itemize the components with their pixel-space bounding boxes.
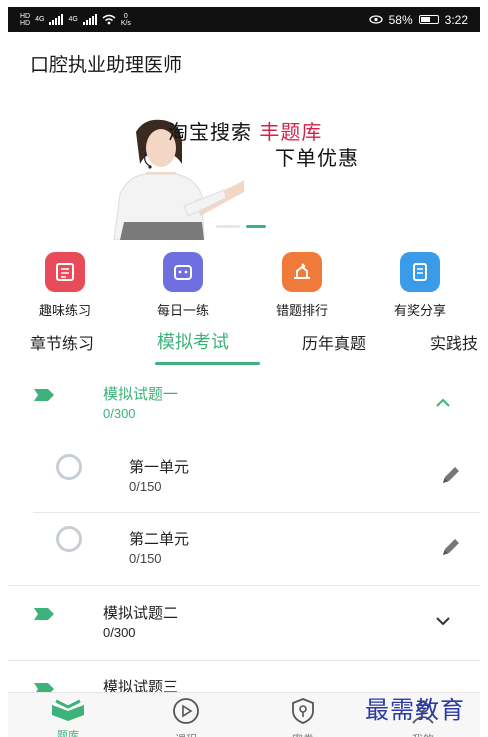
network-speed-unit: K/s <box>120 19 131 27</box>
pager-dot-active <box>246 225 266 228</box>
nav-label: 课程 <box>156 731 216 737</box>
wifi-icon <box>102 14 116 25</box>
page-title: 口腔执业助理医师 <box>30 54 183 76</box>
unit-title: 第二单元 <box>129 530 190 548</box>
unit-count: 0/150 <box>129 551 162 566</box>
unit-row-1[interactable]: 第一单元 0/150 <box>33 432 480 504</box>
unit-title: 第一单元 <box>129 458 190 476</box>
pencil-icon[interactable] <box>440 464 462 486</box>
banner-line2: 下单优惠 <box>275 146 359 170</box>
tab-practical-skills[interactable]: 实践技 <box>430 330 478 354</box>
section-title: 模拟试题一 <box>103 385 179 403</box>
practice-icon <box>45 252 85 292</box>
signal1-icon <box>49 14 64 25</box>
quick-actions: 趣味练习 每日一练 错题排行 有奖分享 <box>20 252 480 322</box>
quick-action-practice[interactable]: 趣味练习 <box>20 252 110 319</box>
quick-action-label: 有奖分享 <box>393 304 446 319</box>
chevron-up-icon[interactable] <box>434 394 452 412</box>
chevron-down-icon[interactable] <box>434 612 452 630</box>
quick-action-label: 每日一练 <box>156 304 209 319</box>
watermark: 最需教育 <box>365 696 465 724</box>
flag-icon <box>34 683 54 692</box>
share-icon <box>400 252 440 292</box>
quick-action-mistakes[interactable]: 错题排行 <box>257 252 347 319</box>
battery-percent: 58% <box>388 12 413 27</box>
secret-icon <box>292 698 314 724</box>
clock: 3:22 <box>444 12 468 27</box>
tab-past-exams[interactable]: 历年真题 <box>302 330 366 354</box>
promo-banner[interactable]: 淘宝搜索 丰题库 下单优惠 <box>40 100 460 240</box>
flag-icon <box>34 608 54 620</box>
play-icon <box>173 698 199 724</box>
unit-row-2[interactable]: 第二单元 0/150 <box>33 504 480 576</box>
network-speed: 0 K/s <box>121 13 131 27</box>
nav-label: 密卷 <box>273 731 333 737</box>
category-tabs: 章节练习 模拟考试 历年真题 实践技 <box>0 326 488 368</box>
exam-section-2[interactable]: 模拟试题二 0/300 <box>8 586 480 660</box>
battery-icon <box>418 15 439 24</box>
signal2-label: 4G <box>68 16 78 23</box>
book-icon <box>52 699 84 721</box>
unit-radio[interactable] <box>56 526 82 552</box>
quick-action-share[interactable]: 有奖分享 <box>375 252 465 319</box>
nav-label: 我的 <box>393 731 453 737</box>
section-title: 模拟试题二 <box>103 604 179 622</box>
quick-action-label: 趣味练习 <box>38 304 91 319</box>
unit-count: 0/150 <box>129 479 162 494</box>
section-count: 0/300 <box>103 625 136 640</box>
banner-line1: 淘宝搜索 丰题库 <box>168 116 322 145</box>
quick-action-daily[interactable]: 每日一练 <box>138 252 228 319</box>
daily-icon <box>163 252 203 292</box>
exam-list: 模拟试题一 0/300 第一单元 0/150 第二单元 0/150 模拟试题二 … <box>8 368 480 692</box>
network-type-icon: HD HD <box>20 13 30 27</box>
network-label-bottom: HD <box>20 19 31 27</box>
banner-line1-highlight: 丰题库 <box>259 120 323 144</box>
banner-pager <box>216 225 266 228</box>
nav-item-question-bank[interactable]: 题库 <box>38 697 98 737</box>
section-count: 0/300 <box>103 406 136 421</box>
network-label-top: HD <box>20 12 31 20</box>
section-title: 模拟试题三 <box>103 678 179 692</box>
pager-dot <box>216 225 240 228</box>
signal1-label: 4G <box>35 16 45 23</box>
tab-mock-exam[interactable]: 模拟考试 <box>157 328 229 354</box>
banner-line1-prefix: 淘宝搜索 <box>168 120 252 144</box>
flag-icon <box>34 389 54 401</box>
exam-section-3[interactable]: 模拟试题三 <box>8 661 480 692</box>
quick-action-label: 错题排行 <box>275 304 328 319</box>
eye-icon <box>368 15 383 24</box>
nav-item-secret-papers[interactable]: 密卷 <box>273 697 333 737</box>
battery-level <box>420 17 430 22</box>
status-bar: HD HD 4G 4G 0 K/s 58% 3:22 <box>8 7 480 32</box>
unit-radio[interactable] <box>56 454 82 480</box>
pencil-icon[interactable] <box>440 536 462 558</box>
nav-label: 题库 <box>57 729 79 737</box>
mistakes-icon <box>282 252 322 292</box>
tab-chapter-practice[interactable]: 章节练习 <box>30 330 94 354</box>
network-speed-value: 0 <box>123 12 128 20</box>
signal2-icon <box>82 14 97 25</box>
nav-item-courses[interactable]: 课程 <box>156 697 216 737</box>
active-tab-indicator <box>155 362 260 365</box>
